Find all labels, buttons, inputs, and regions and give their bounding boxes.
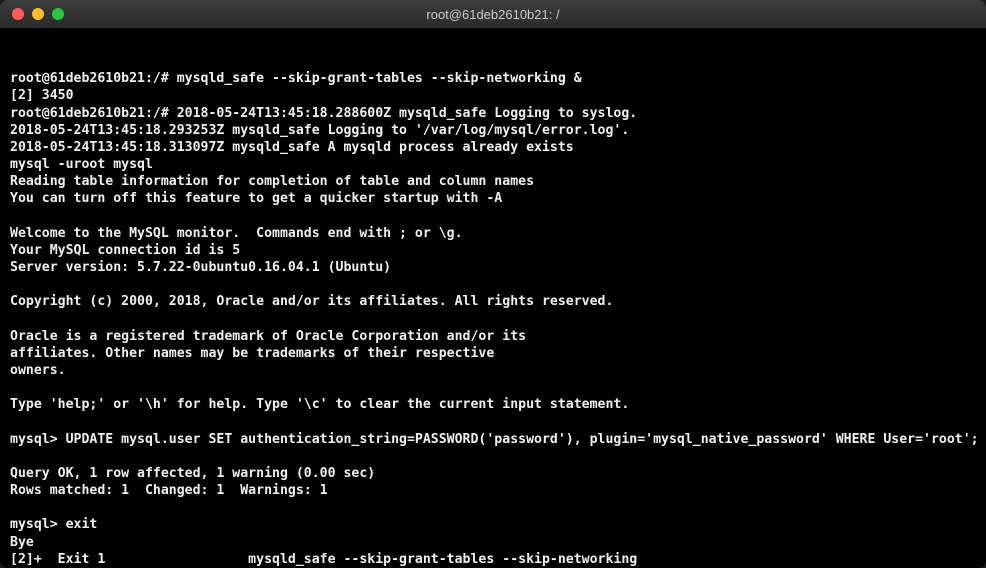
terminal-line: owners. (10, 362, 976, 379)
close-icon[interactable] (12, 8, 24, 20)
terminal-line (10, 276, 976, 293)
terminal-line: Oracle is a registered trademark of Orac… (10, 328, 976, 345)
terminal-line: You can turn off this feature to get a q… (10, 190, 976, 207)
terminal-line: 2018-05-24T13:45:18.313097Z mysqld_safe … (10, 139, 976, 156)
terminal-output[interactable]: root@61deb2610b21:/# mysqld_safe --skip-… (0, 28, 986, 568)
terminal-line: Copyright (c) 2000, 2018, Oracle and/or … (10, 293, 976, 310)
terminal-line: Welcome to the MySQL monitor. Commands e… (10, 225, 976, 242)
maximize-icon[interactable] (52, 8, 64, 20)
terminal-line: Query OK, 1 row affected, 1 warning (0.0… (10, 465, 976, 482)
terminal-line: Reading table information for completion… (10, 173, 976, 190)
terminal-line (10, 413, 976, 430)
terminal-line: Server version: 5.7.22-0ubuntu0.16.04.1 … (10, 259, 976, 276)
terminal-line: 2018-05-24T13:45:18.293253Z mysqld_safe … (10, 122, 976, 139)
terminal-line: affiliates. Other names may be trademark… (10, 345, 976, 362)
terminal-line: mysql -uroot mysql (10, 156, 976, 173)
terminal-window: root@61deb2610b21: / root@61deb2610b21:/… (0, 0, 986, 568)
terminal-line: Bye (10, 534, 976, 551)
terminal-line: Rows matched: 1 Changed: 1 Warnings: 1 (10, 482, 976, 499)
terminal-line: Your MySQL connection id is 5 (10, 242, 976, 259)
terminal-line: root@61deb2610b21:/# 2018-05-24T13:45:18… (10, 105, 976, 122)
minimize-icon[interactable] (32, 8, 44, 20)
terminal-line (10, 448, 976, 465)
terminal-line (10, 499, 976, 516)
window-title: root@61deb2610b21: / (0, 7, 986, 22)
terminal-line: [2] 3450 (10, 87, 976, 104)
terminal-line (10, 379, 976, 396)
terminal-line: mysql> exit (10, 516, 976, 533)
window-controls (0, 8, 64, 20)
titlebar[interactable]: root@61deb2610b21: / (0, 0, 986, 28)
terminal-line: mysql> UPDATE mysql.user SET authenticat… (10, 431, 976, 448)
terminal-line (10, 208, 976, 225)
terminal-line (10, 311, 976, 328)
terminal-line: Type 'help;' or '\h' for help. Type '\c'… (10, 396, 976, 413)
terminal-line: root@61deb2610b21:/# mysqld_safe --skip-… (10, 70, 976, 87)
terminal-line: [2]+ Exit 1 mysqld_safe --skip-grant-tab… (10, 551, 976, 568)
